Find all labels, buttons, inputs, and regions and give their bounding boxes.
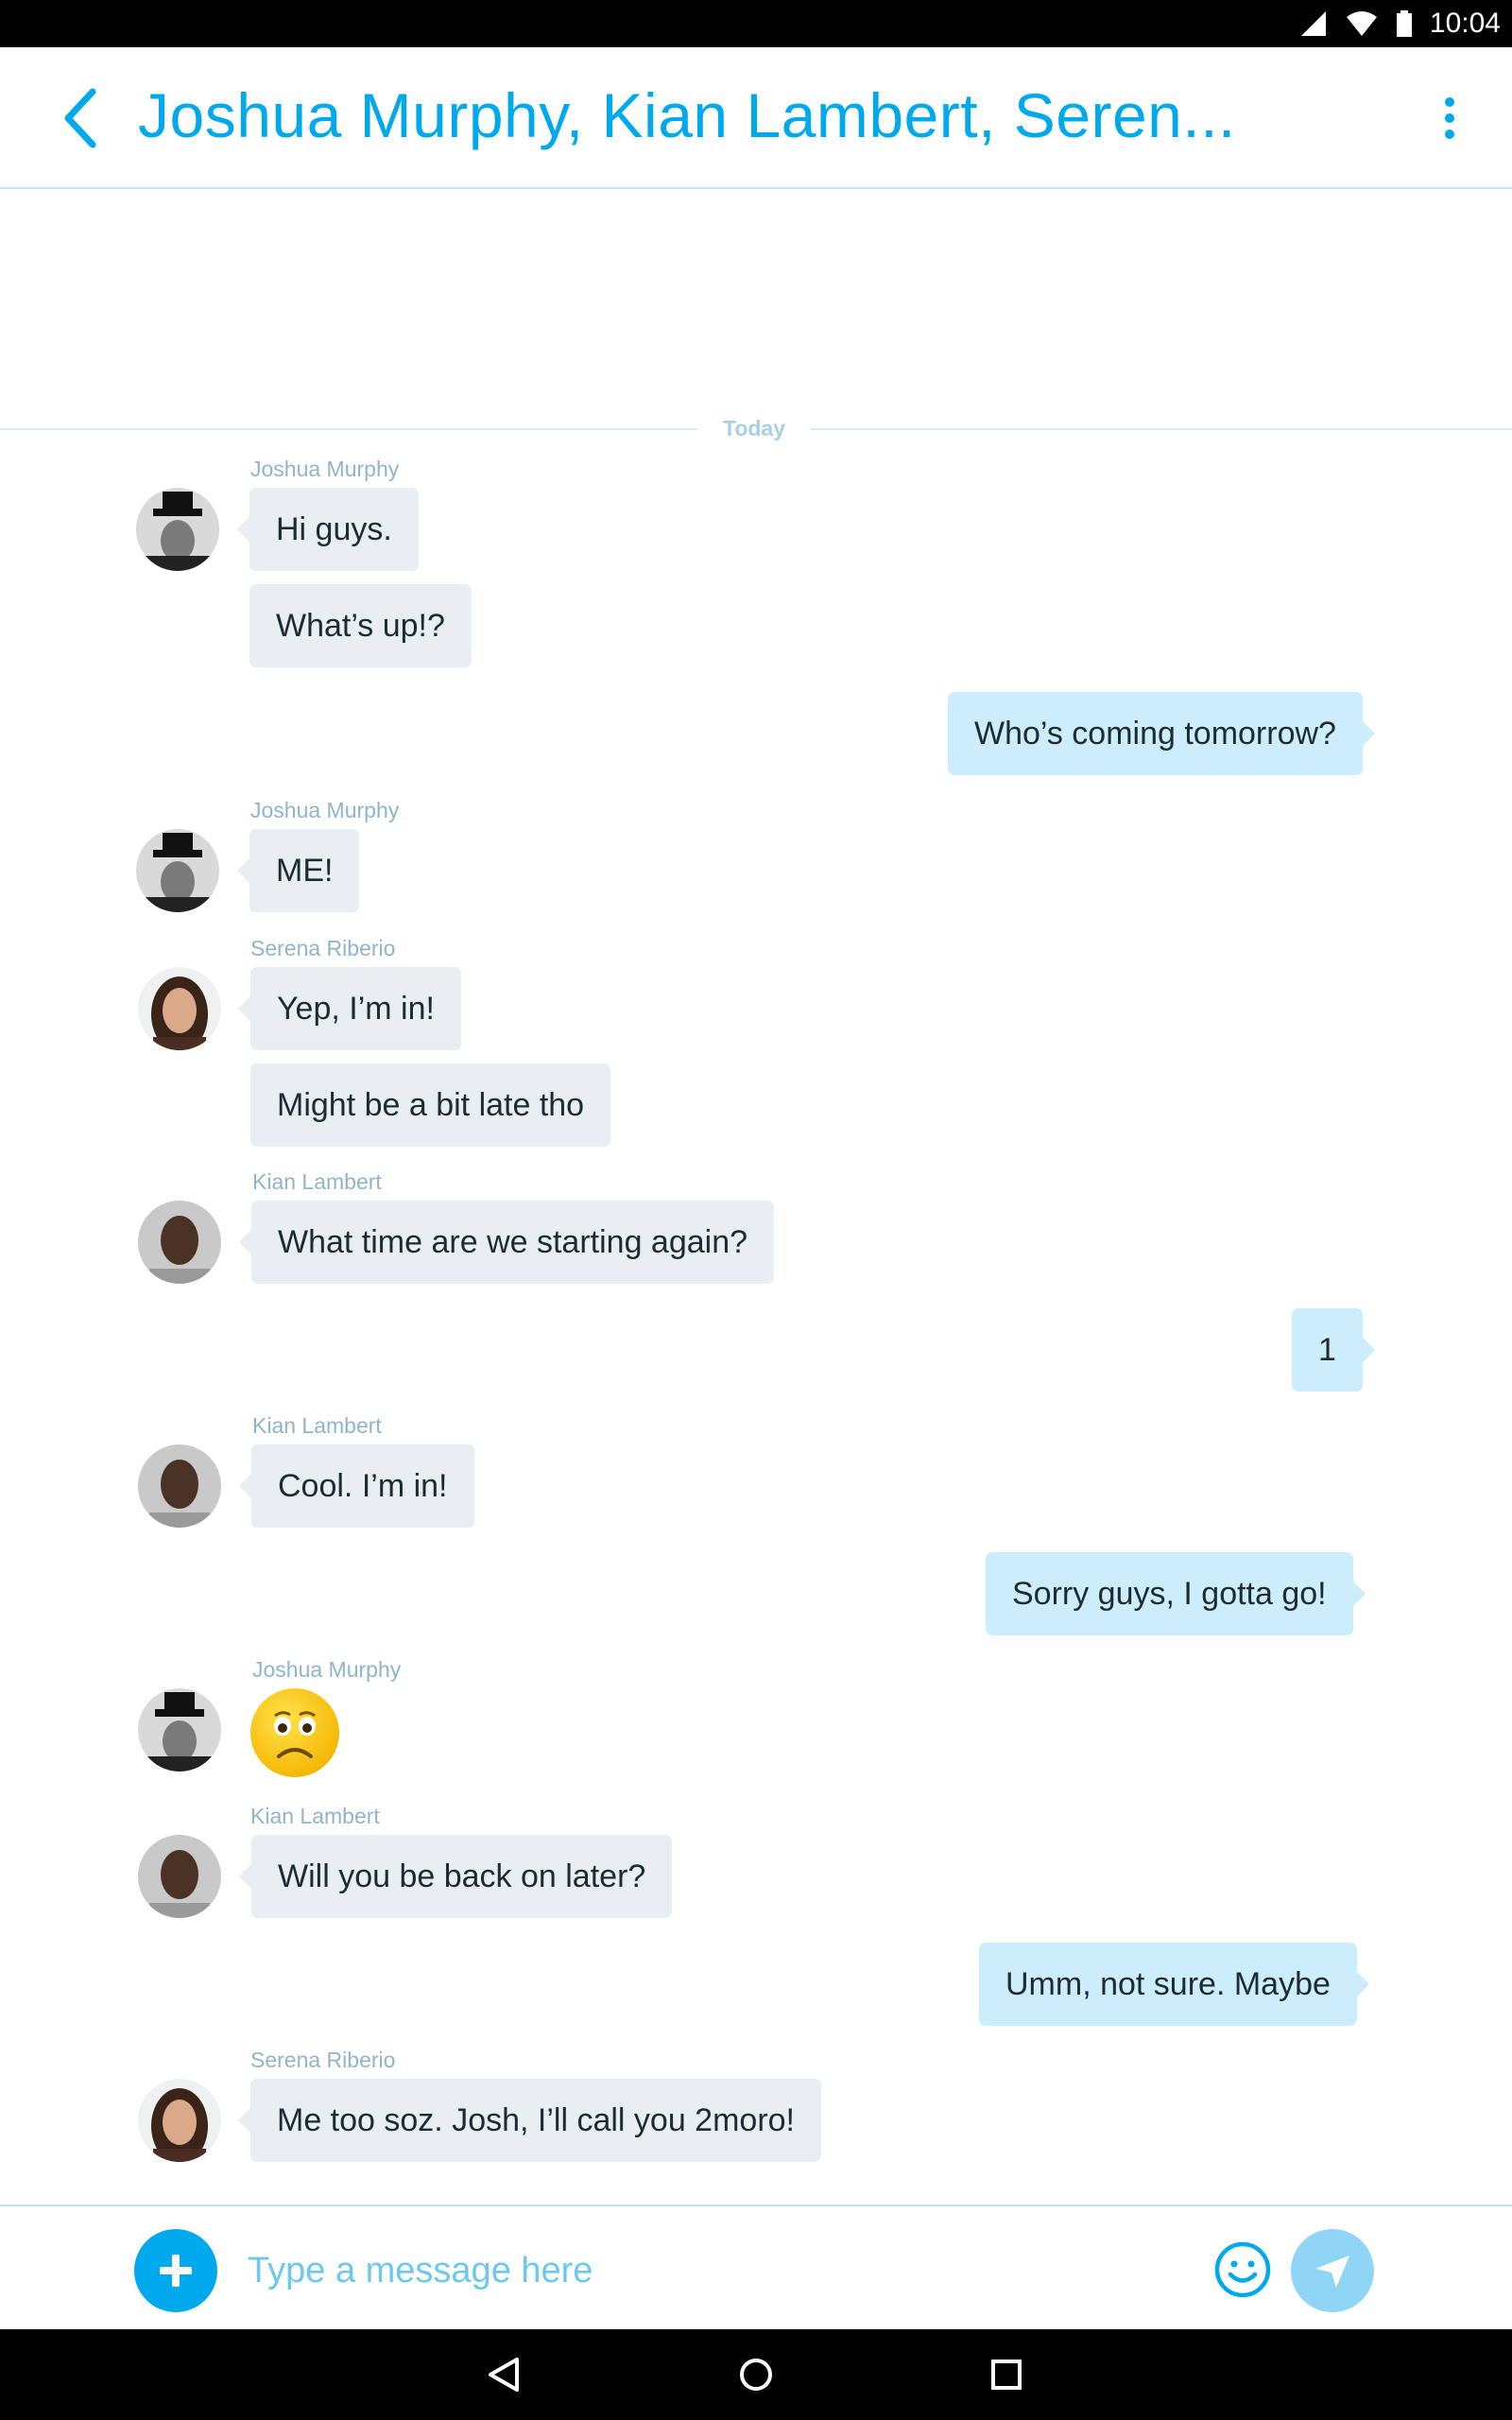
status-icons: 10:04 bbox=[1299, 0, 1501, 47]
conversation-title[interactable]: Joshua Murphy, Kian Lambert, Seren... bbox=[138, 79, 1272, 151]
back-button[interactable] bbox=[53, 85, 110, 151]
message-bubble-outgoing[interactable]: Umm, not sure. Maybe bbox=[979, 1943, 1369, 2026]
avatar-kian[interactable] bbox=[138, 1835, 221, 1918]
avatar-joshua[interactable] bbox=[136, 488, 219, 571]
avatar-kian[interactable] bbox=[138, 1444, 221, 1528]
chevron-left-icon bbox=[64, 88, 96, 148]
sender-name: Kian Lambert bbox=[252, 1413, 382, 1438]
avatar-kian[interactable] bbox=[138, 1201, 221, 1284]
signal-icon bbox=[1300, 11, 1326, 36]
avatar-serena[interactable] bbox=[138, 2079, 221, 2162]
date-divider-label: Today bbox=[722, 416, 786, 441]
message-bubble[interactable]: What’s up!? bbox=[249, 584, 472, 667]
sender-name: Serena Riberio bbox=[250, 936, 396, 960]
sender-name: Joshua Murphy bbox=[250, 457, 400, 481]
status-time: 10:04 bbox=[1429, 8, 1501, 39]
home-circle-icon bbox=[740, 2359, 772, 2391]
send-icon bbox=[1315, 2256, 1349, 2288]
add-attachment-button[interactable] bbox=[134, 2229, 217, 2312]
avatar-joshua[interactable] bbox=[136, 829, 219, 912]
message-bubble[interactable]: Hi guys. bbox=[237, 488, 419, 571]
emoji-button[interactable] bbox=[1213, 2240, 1272, 2299]
sender-name: Serena Riberio bbox=[250, 2048, 396, 2072]
message-bubble[interactable]: Will you be back on later? bbox=[238, 1835, 673, 1918]
message-bubble[interactable]: Cool. I’m in! bbox=[239, 1444, 474, 1528]
avatar-serena[interactable] bbox=[138, 967, 221, 1050]
sad-face-emoji[interactable] bbox=[249, 1686, 341, 1779]
message-input[interactable] bbox=[248, 2235, 1174, 2307]
system-nav-bar bbox=[0, 2329, 1512, 2420]
date-divider: Today bbox=[0, 414, 1512, 442]
message-list[interactable]: Today Joshua Murphy Hi guys. What’s up!?… bbox=[0, 191, 1512, 2204]
smiley-icon bbox=[1214, 2241, 1271, 2298]
conversation-header: Joshua Murphy, Kian Lambert, Seren... bbox=[0, 47, 1512, 189]
recents-square-icon bbox=[991, 2360, 1022, 2390]
sender-name: Kian Lambert bbox=[252, 1169, 382, 1194]
message-bubble[interactable]: Yep, I’m in! bbox=[238, 967, 461, 1050]
message-bubble[interactable]: What time are we starting again? bbox=[238, 1201, 775, 1284]
message-bubble-outgoing[interactable]: Who’s coming tomorrow? bbox=[948, 692, 1375, 775]
avatar-joshua[interactable] bbox=[138, 1688, 221, 1772]
sender-name: Joshua Murphy bbox=[250, 798, 400, 822]
status-bar: 10:04 bbox=[0, 0, 1512, 47]
nav-back-button[interactable] bbox=[475, 2346, 532, 2403]
sender-name: Joshua Murphy bbox=[252, 1657, 402, 1682]
sender-name: Kian Lambert bbox=[250, 1804, 380, 1828]
more-options-button[interactable] bbox=[1429, 90, 1470, 147]
back-triangle-icon bbox=[489, 2358, 519, 2392]
nav-recents-button[interactable] bbox=[978, 2346, 1035, 2403]
message-bubble[interactable]: Me too soz. Josh, I’ll call you 2moro! bbox=[237, 2079, 822, 2162]
plus-icon bbox=[160, 2255, 192, 2287]
message-bubble[interactable]: ME! bbox=[236, 829, 360, 912]
message-bubble-outgoing[interactable]: Sorry guys, I gotta go! bbox=[986, 1552, 1366, 1635]
wifi-icon bbox=[1346, 11, 1377, 36]
more-vertical-icon bbox=[1445, 97, 1454, 107]
send-button[interactable] bbox=[1291, 2229, 1374, 2312]
message-bubble[interactable]: Might be a bit late tho bbox=[250, 1063, 611, 1147]
message-bubble-outgoing[interactable]: 1 bbox=[1292, 1308, 1375, 1392]
battery-icon bbox=[1396, 10, 1412, 37]
nav-home-button[interactable] bbox=[728, 2346, 784, 2403]
message-composer bbox=[0, 2204, 1512, 2329]
